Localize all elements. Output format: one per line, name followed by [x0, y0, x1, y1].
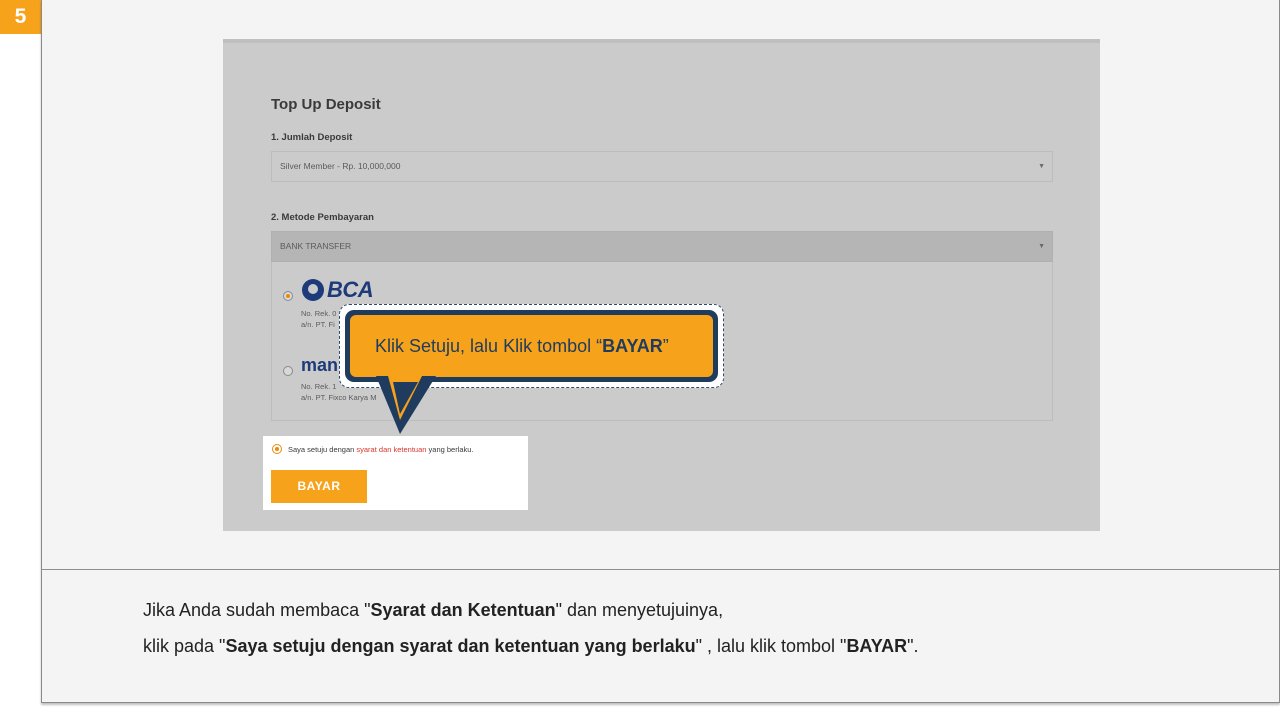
mandiri-logo-text: man — [301, 355, 339, 375]
instruction-bold: BAYAR — [846, 636, 908, 656]
callout-text-prefix: Klik Setuju, lalu Klik tombol “ — [375, 336, 603, 356]
amount-label: 1. Jumlah Deposit — [271, 132, 353, 143]
callout-text-suffix: ” — [662, 336, 669, 356]
mandiri-account-number: No. Rek. 1 — [301, 382, 337, 391]
instruction-text: " dan menyetujuinya, — [555, 600, 724, 620]
step-number-badge: 5 — [0, 0, 41, 34]
screenshot-panel: Top Up Deposit 1. Jumlah Deposit Silver … — [223, 39, 1100, 531]
agree-label[interactable]: Saya setuju dengan syarat dan ketentuan … — [288, 445, 474, 454]
chevron-down-icon: ▼ — [1038, 163, 1045, 170]
section-divider — [42, 569, 1279, 570]
terms-link[interactable]: syarat dan ketentuan — [356, 445, 426, 454]
agree-radio[interactable] — [272, 444, 282, 454]
bank-radio-mandiri[interactable] — [283, 366, 293, 376]
callout-text-bold: BAYAR — [602, 336, 663, 356]
amount-select[interactable]: Silver Member - Rp. 10,000,000 ▼ — [271, 151, 1053, 182]
instruction-text: " , lalu klik tombol " — [695, 636, 847, 656]
bank-radio-bca[interactable] — [283, 291, 293, 301]
instruction-text: klik pada " — [143, 636, 226, 656]
callout-text: Klik Setuju, lalu Klik tombol “BAYAR” — [350, 315, 713, 377]
agreement-highlight-box: Saya setuju dengan syarat dan ketentuan … — [263, 436, 528, 510]
form-title: Top Up Deposit — [271, 96, 381, 113]
agree-text-prefix: Saya setuju dengan — [288, 445, 357, 454]
pay-button[interactable]: BAYAR — [271, 470, 367, 503]
instruction-bold: Syarat dan Ketentuan — [370, 600, 556, 620]
tutorial-slide: 5 Top Up Deposit 1. Jumlah Deposit Silve… — [0, 0, 1280, 720]
payment-method-value: BANK TRANSFER — [280, 241, 352, 251]
instruction-bold: Saya setuju dengan syarat dan ketentuan … — [225, 636, 696, 656]
instruction-text: ". — [907, 636, 919, 656]
mandiri-account-name: a/n. PT. Fixco Karya M — [301, 393, 377, 402]
chevron-down-icon: ▼ — [1038, 243, 1045, 250]
payment-method-label: 2. Metode Pembayaran — [271, 212, 374, 223]
bca-logo: BCA — [302, 277, 374, 303]
callout-bubble: Klik Setuju, lalu Klik tombol “BAYAR” — [339, 304, 724, 434]
instruction-line-1: Jika Anda sudah membaca "Syarat dan Kete… — [143, 600, 723, 621]
payment-method-select[interactable]: BANK TRANSFER ▼ — [271, 231, 1053, 262]
instruction-text: Jika Anda sudah membaca " — [143, 600, 371, 620]
instruction-line-2: klik pada "Saya setuju dengan syarat dan… — [143, 636, 919, 657]
bca-account-number: No. Rek. 0 — [301, 309, 337, 318]
callout-pointer-icon — [376, 376, 436, 434]
bca-emblem-icon — [302, 279, 324, 301]
agree-text-suffix: yang berlaku. — [426, 445, 474, 454]
bca-account-name: a/n. PT. Fi — [301, 320, 335, 329]
amount-select-value: Silver Member - Rp. 10,000,000 — [280, 161, 401, 171]
bca-logo-text: BCA — [327, 277, 374, 302]
callout-body: Klik Setuju, lalu Klik tombol “BAYAR” — [345, 310, 718, 382]
